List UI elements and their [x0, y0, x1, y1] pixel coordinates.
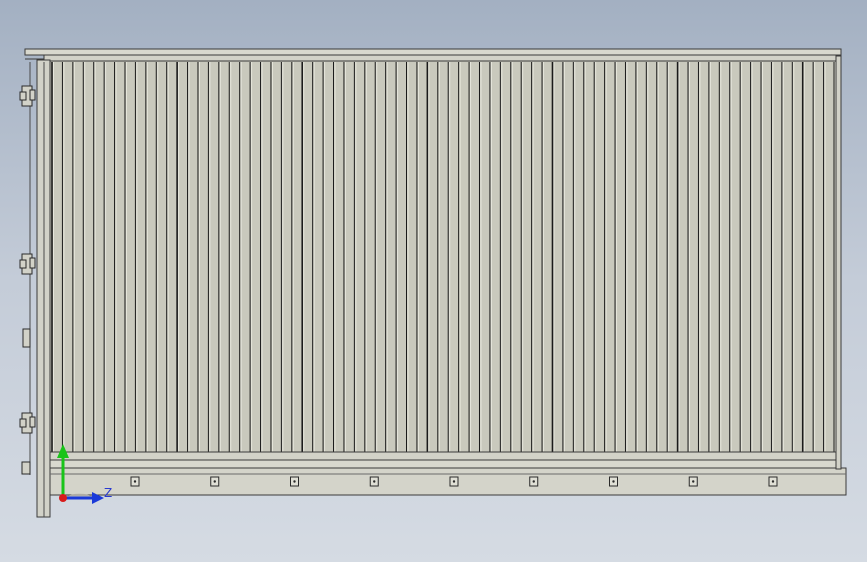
- z-axis-label: Z: [104, 486, 113, 500]
- bolt-center-icon: [452, 480, 456, 483]
- bolt-center-icon: [771, 480, 775, 483]
- bolt-center-icon: [213, 480, 216, 483]
- cabinet-side-panel-model[interactable]: [0, 0, 867, 562]
- bottom-rail-upper: [49, 451, 837, 461]
- cad-viewport[interactable]: Z: [0, 0, 867, 562]
- bolt-center-icon: [293, 480, 296, 483]
- bottom-rail-lower: [49, 459, 837, 469]
- door-handle: [22, 328, 31, 348]
- hinge-bottom: [21, 461, 31, 475]
- hinge-top: [19, 85, 36, 107]
- bolt-center-icon: [133, 480, 137, 483]
- hinge-lower-middle: [19, 412, 36, 434]
- bolt-center-icon: [612, 480, 615, 483]
- top-rail-inner: [43, 54, 838, 62]
- base-plate: [49, 467, 847, 496]
- origin-point-icon: [59, 494, 67, 502]
- right-upright: [835, 55, 842, 470]
- bolt-center-icon: [373, 480, 376, 483]
- hinge-upper-middle: [19, 253, 36, 275]
- top-rail: [24, 48, 842, 56]
- bolt-center-icon: [532, 480, 535, 483]
- bolt-center-icon: [692, 480, 695, 483]
